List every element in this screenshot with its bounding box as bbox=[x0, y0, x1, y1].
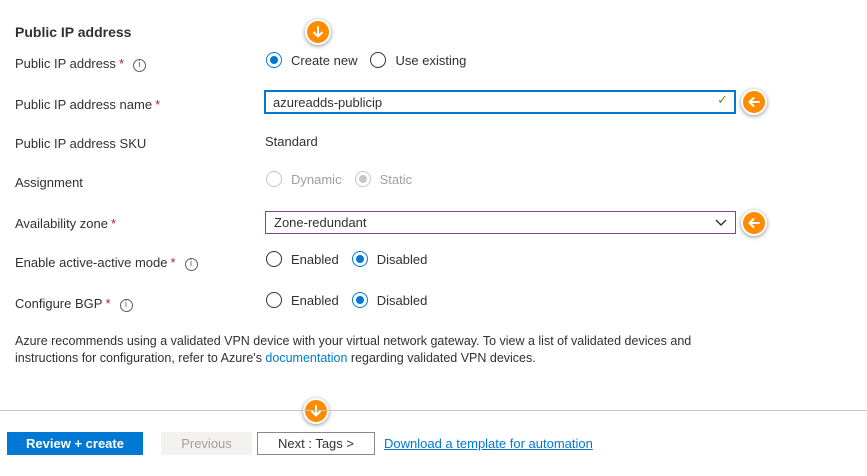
download-template-link[interactable]: Download a template for automation bbox=[384, 436, 593, 451]
radio-active-disabled[interactable]: Disabled bbox=[351, 251, 428, 267]
active-active-radio-group: Enabled Disabled bbox=[266, 251, 440, 267]
radio-circle bbox=[266, 52, 282, 68]
radio-use-existing[interactable]: Use existing bbox=[370, 52, 466, 68]
radio-bgp-disabled[interactable]: Disabled bbox=[351, 292, 428, 308]
radio-label: Static bbox=[379, 171, 413, 187]
public-ip-label-text: Public IP address bbox=[15, 56, 116, 71]
radio-circle bbox=[266, 292, 282, 308]
radio-circle bbox=[354, 171, 371, 187]
callout-arrow-left-icon bbox=[741, 89, 767, 115]
radio-label: Use existing bbox=[395, 52, 467, 68]
vpn-device-note: Azure recommends using a validated VPN d… bbox=[15, 333, 735, 367]
public-ip-name-label-text: Public IP address name bbox=[15, 97, 153, 112]
note-text: regarding validated VPN devices. bbox=[347, 351, 536, 365]
callout-arrow-down-icon bbox=[303, 398, 329, 424]
radio-circle bbox=[351, 251, 368, 267]
radio-label: Disabled bbox=[376, 251, 428, 267]
radio-dynamic: Dynamic bbox=[266, 171, 342, 187]
radio-circle bbox=[370, 52, 387, 68]
public-ip-name-input[interactable] bbox=[273, 92, 713, 112]
availability-zone-label: Availability zone * bbox=[15, 216, 116, 231]
checkmark-icon: ✓ bbox=[717, 93, 728, 108]
assignment-radio-group: Dynamic Static bbox=[266, 171, 425, 187]
required-marker: * bbox=[170, 255, 176, 270]
section-title: Public IP address bbox=[15, 24, 132, 40]
radio-circle bbox=[351, 292, 368, 308]
radio-active-enabled[interactable]: Enabled bbox=[266, 251, 339, 267]
radio-circle bbox=[266, 251, 282, 267]
sku-label: Public IP address SKU bbox=[15, 136, 147, 151]
assignment-label: Assignment bbox=[15, 175, 83, 190]
documentation-link[interactable]: documentation bbox=[265, 351, 347, 365]
radio-bgp-enabled[interactable]: Enabled bbox=[266, 292, 339, 308]
radio-label: Disabled bbox=[376, 292, 428, 308]
availability-zone-label-text: Availability zone bbox=[15, 216, 108, 231]
public-ip-radio-group: Create new Use existing bbox=[266, 52, 479, 68]
radio-circle bbox=[266, 171, 282, 187]
active-active-label-text: Enable active-active mode bbox=[15, 255, 168, 270]
public-ip-label: Public IP address * i bbox=[15, 56, 146, 72]
info-icon[interactable]: i bbox=[119, 299, 133, 312]
public-ip-name-label: Public IP address name * bbox=[15, 97, 160, 112]
bgp-radio-group: Enabled Disabled bbox=[266, 292, 440, 308]
radio-static: Static bbox=[354, 171, 413, 187]
callout-arrow-left-icon bbox=[741, 210, 767, 236]
bgp-label-text: Configure BGP bbox=[15, 296, 103, 311]
next-tags-button[interactable]: Next : Tags > bbox=[257, 432, 375, 455]
required-marker: * bbox=[118, 56, 124, 71]
chevron-down-icon bbox=[715, 219, 727, 226]
radio-label: Enabled bbox=[291, 251, 339, 267]
bgp-label: Configure BGP * i bbox=[15, 296, 133, 312]
info-icon[interactable]: i bbox=[133, 59, 146, 72]
info-icon[interactable]: i bbox=[184, 258, 198, 271]
dropdown-value: Zone-redundant bbox=[274, 215, 367, 230]
public-ip-name-field[interactable]: ✓ bbox=[264, 90, 736, 114]
required-marker: * bbox=[110, 216, 117, 231]
radio-label: Dynamic bbox=[291, 171, 342, 187]
sku-value: Standard bbox=[265, 134, 318, 149]
required-marker: * bbox=[105, 296, 111, 311]
radio-label: Enabled bbox=[291, 292, 339, 308]
callout-arrow-down-icon bbox=[305, 19, 331, 45]
radio-create-new[interactable]: Create new bbox=[266, 52, 357, 68]
review-create-button[interactable]: Review + create bbox=[7, 432, 143, 455]
active-active-label: Enable active-active mode * i bbox=[15, 255, 198, 271]
radio-label: Create new bbox=[291, 52, 358, 68]
required-marker: * bbox=[155, 97, 161, 112]
previous-button: Previous bbox=[161, 432, 252, 455]
availability-zone-dropdown[interactable]: Zone-redundant bbox=[265, 211, 736, 234]
footer-divider bbox=[0, 410, 867, 411]
